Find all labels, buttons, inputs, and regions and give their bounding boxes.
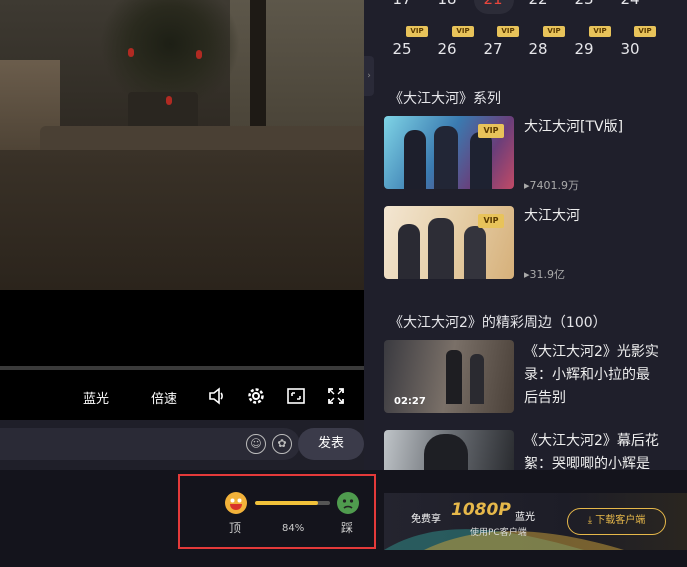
download-client-button[interactable]: ⤓ 下载客户端 bbox=[567, 508, 666, 535]
vip-badge: VIP bbox=[452, 26, 474, 37]
banner-quality: 1080P bbox=[451, 500, 511, 520]
vote-percent: 84% bbox=[282, 523, 305, 534]
related-item-title-line: 录：小辉和小拉的最 bbox=[524, 367, 650, 383]
banner-free-text: 免费享 bbox=[411, 514, 441, 525]
vip-badge: VIP bbox=[543, 26, 565, 37]
calendar-day[interactable]: 24 bbox=[617, 0, 643, 8]
calendar-day[interactable]: 17 bbox=[389, 0, 415, 8]
calendar-day[interactable]: 26 bbox=[434, 40, 460, 58]
related-item-title-line: 《大江大河2》幕后花 bbox=[524, 433, 659, 449]
related-item-title-line: 《大江大河2》光影实 bbox=[524, 344, 659, 360]
video-scene-lantern bbox=[166, 96, 172, 105]
video-duration: 02:27 bbox=[394, 396, 426, 407]
calendar-day[interactable]: 22 bbox=[525, 0, 551, 8]
progress-bar[interactable] bbox=[0, 366, 364, 370]
like-label[interactable]: 顶 bbox=[229, 519, 241, 536]
volume-icon[interactable] bbox=[207, 386, 227, 406]
play-count: ▸31.9亿 bbox=[524, 266, 565, 282]
vip-badge: VIP bbox=[406, 26, 428, 37]
quality-button[interactable]: 蓝光 bbox=[83, 388, 109, 407]
play-count: ▸7401.9万 bbox=[524, 177, 579, 193]
video-scene-lantern bbox=[128, 48, 134, 57]
post-comment-button[interactable]: 发表 bbox=[298, 428, 364, 460]
calendar-day[interactable]: 28 bbox=[525, 40, 551, 58]
vote-ratio-fill bbox=[255, 501, 318, 505]
related-item-title[interactable]: 《大江大河2》光影实 录：小辉和小拉的最 后告别 bbox=[524, 341, 659, 410]
related-item-title-line: 后告别 bbox=[524, 390, 566, 406]
vip-badge: VIP bbox=[497, 26, 519, 37]
vote-ratio-bar bbox=[255, 501, 330, 505]
calendar-day[interactable]: 23 bbox=[571, 0, 597, 8]
video-scene-lantern bbox=[196, 50, 202, 59]
settings-gear-icon[interactable] bbox=[246, 386, 266, 406]
related-item-title[interactable]: 《大江大河2》幕后花 絮：哭唧唧的小辉是 bbox=[524, 430, 659, 470]
collapse-panel-handle[interactable]: › bbox=[364, 56, 374, 96]
related-item-title-line: 絮：哭唧唧的小辉是 bbox=[524, 456, 650, 470]
series-thumbnail[interactable]: VIP bbox=[384, 206, 514, 279]
emoji-icon[interactable]: ☺ bbox=[246, 434, 266, 454]
calendar-day[interactable]: 29 bbox=[571, 40, 597, 58]
fullscreen-icon[interactable] bbox=[326, 386, 346, 406]
banner-quality-suffix: 蓝光 bbox=[515, 512, 535, 523]
video-scene-cabinet bbox=[0, 150, 364, 290]
series-item-title[interactable]: 大江大河 bbox=[524, 205, 580, 228]
calendar-day[interactable]: 25 bbox=[389, 40, 415, 58]
calendar-day[interactable]: 30 bbox=[617, 40, 643, 58]
fullscreen-window-icon[interactable] bbox=[286, 386, 306, 406]
banner-subtext: 使用PC客户端 bbox=[470, 528, 527, 538]
series-section-title: 《大江大河》系列 bbox=[389, 91, 501, 107]
player-control-bar bbox=[0, 290, 364, 420]
video-scene-doorframe bbox=[250, 0, 266, 140]
vip-badge: VIP bbox=[478, 214, 504, 228]
dislike-label[interactable]: 踩 bbox=[341, 519, 353, 536]
download-client-label: 下载客户端 bbox=[595, 515, 646, 526]
series-item-title[interactable]: 大江大河[TV版] bbox=[524, 116, 623, 139]
series-thumbnail[interactable]: VIP bbox=[384, 116, 514, 189]
play-count-value: 7401.9万 bbox=[529, 179, 580, 192]
related-thumbnail[interactable] bbox=[384, 430, 514, 470]
vip-badge: VIP bbox=[589, 26, 611, 37]
dislike-face-icon[interactable] bbox=[337, 492, 359, 514]
vip-badge: VIP bbox=[634, 26, 656, 37]
like-face-icon[interactable] bbox=[225, 492, 247, 514]
calendar-day-today[interactable]: 21 bbox=[480, 0, 506, 8]
video-frame[interactable] bbox=[0, 0, 364, 290]
related-section-title: 《大江大河2》的精彩周边（100） bbox=[389, 315, 607, 331]
download-icon: ⤓ bbox=[587, 515, 593, 526]
speed-button[interactable]: 倍速 bbox=[151, 388, 177, 407]
related-thumbnail[interactable]: 02:27 bbox=[384, 340, 514, 413]
sticker-icon[interactable]: ✿ bbox=[272, 434, 292, 454]
calendar-day[interactable]: 18 bbox=[434, 0, 460, 8]
calendar-day[interactable]: 27 bbox=[480, 40, 506, 58]
vip-badge: VIP bbox=[478, 124, 504, 138]
play-count-value: 31.9亿 bbox=[529, 268, 566, 281]
